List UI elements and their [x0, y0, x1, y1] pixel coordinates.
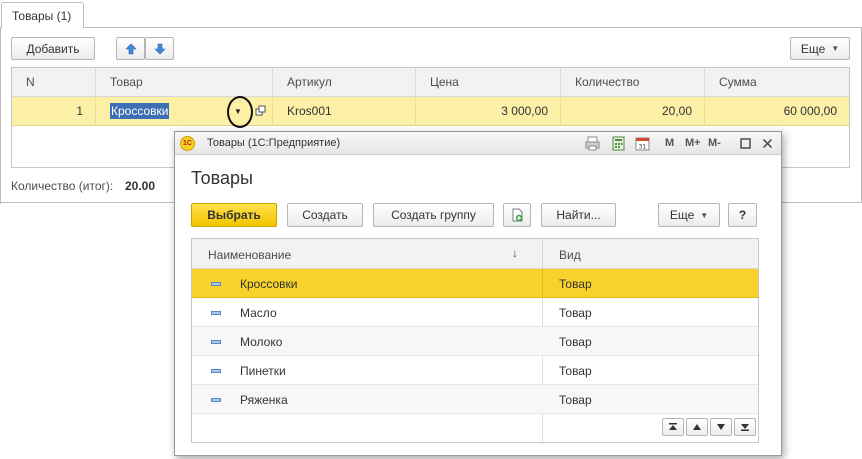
- triangle-down-icon: [717, 424, 725, 430]
- cell-article[interactable]: Kros001: [273, 97, 416, 125]
- copy-icon: [512, 208, 523, 222]
- sort-descending-icon: ↓: [512, 246, 518, 260]
- memory-plus-button[interactable]: M+: [685, 137, 701, 149]
- choose-button[interactable]: Выбрать: [191, 203, 277, 227]
- item-kind: Товар: [559, 364, 592, 378]
- open-form-icon[interactable]: [255, 105, 267, 117]
- 1c-logo-icon: 1С: [180, 136, 195, 151]
- item-name: Ряженка: [240, 393, 288, 407]
- chevron-down-icon: ▼: [700, 210, 709, 220]
- calculator-icon[interactable]: [611, 136, 626, 151]
- move-down-button[interactable]: [145, 37, 174, 60]
- products-selection-window: 1С Товары (1С:Предприятие) 31 M M+ M- То…: [174, 131, 782, 456]
- help-button[interactable]: ?: [728, 203, 757, 227]
- more-label: Еще: [800, 41, 826, 56]
- more-button-popup[interactable]: Еще ▼: [658, 203, 720, 227]
- item-kind: Товар: [559, 306, 592, 320]
- list-item[interactable]: Пинетки Товар: [192, 356, 758, 385]
- tab-products[interactable]: Товары (1): [1, 2, 84, 28]
- column-header-article[interactable]: Артикул: [273, 68, 416, 97]
- list-item[interactable]: Молоко Товар: [192, 327, 758, 356]
- item-name: Молоко: [240, 335, 283, 349]
- svg-text:31: 31: [639, 144, 647, 151]
- column-header-n[interactable]: N: [12, 68, 96, 97]
- list-item[interactable]: Масло Товар: [192, 298, 758, 327]
- scroll-bottom-icon: [741, 424, 749, 431]
- catalog-item-icon: [211, 282, 221, 286]
- chevron-down-icon: ▼: [831, 44, 840, 53]
- calendar-icon[interactable]: 31: [635, 136, 650, 151]
- create-group-button[interactable]: Создать группу: [373, 203, 494, 227]
- catalog-item-icon: [211, 398, 221, 402]
- item-name: Пинетки: [240, 364, 286, 378]
- item-name: Масло: [240, 306, 277, 320]
- list-item[interactable]: Ряженка Товар: [192, 385, 758, 414]
- list-item[interactable]: Кроссовки Товар: [192, 269, 758, 298]
- catalog-item-icon: [211, 340, 221, 344]
- scroll-top-icon: [669, 423, 677, 430]
- memory-m-button[interactable]: M: [665, 137, 674, 149]
- triangle-up-icon: [693, 424, 701, 430]
- product-input-selected-text[interactable]: Кроссовки: [110, 103, 170, 119]
- scroll-to-bottom-button[interactable]: [734, 418, 756, 436]
- column-header-name-label: Наименование: [208, 248, 292, 262]
- cell-sum[interactable]: 60 000,00: [705, 97, 849, 125]
- memory-minus-button[interactable]: M-: [708, 137, 721, 149]
- table-row[interactable]: 1 Кроссовки Kros001 3 000,00 20,00 60 00…: [12, 97, 849, 126]
- total-quantity-value: 20.00: [125, 179, 156, 193]
- window-title: Товары (1С:Предприятие): [207, 137, 341, 149]
- catalog-item-icon: [211, 311, 221, 315]
- item-kind: Товар: [559, 393, 592, 407]
- find-button[interactable]: Найти...: [541, 203, 616, 227]
- column-header-quantity[interactable]: Количество: [561, 68, 705, 97]
- print-icon[interactable]: [585, 136, 600, 151]
- catalog-item-icon: [211, 369, 221, 373]
- more-label: Еще: [669, 208, 695, 222]
- restore-window-icon[interactable]: [738, 136, 753, 151]
- column-header-name[interactable]: Наименование ↓: [192, 239, 543, 269]
- chevron-down-icon[interactable]: ▼: [234, 107, 242, 116]
- scroll-down-button[interactable]: [710, 418, 732, 436]
- item-kind: Товар: [559, 335, 592, 349]
- total-quantity-label: Количество (итог):: [11, 179, 114, 193]
- cell-n[interactable]: 1: [12, 97, 96, 125]
- column-header-sum[interactable]: Сумма: [705, 68, 849, 97]
- column-header-product[interactable]: Товар: [96, 68, 273, 97]
- column-header-price[interactable]: Цена: [416, 68, 561, 97]
- item-name: Кроссовки: [240, 277, 298, 291]
- window-titlebar[interactable]: 1С Товары (1С:Предприятие) 31 M M+ M-: [175, 132, 781, 155]
- close-icon[interactable]: [760, 136, 775, 151]
- create-button[interactable]: Создать: [287, 203, 363, 227]
- table-header: N Товар Артикул Цена Количество Сумма: [12, 68, 849, 97]
- page-title: Товары: [191, 168, 253, 188]
- more-button[interactable]: Еще ▼: [790, 37, 850, 60]
- cell-quantity[interactable]: 20,00: [561, 97, 705, 125]
- products-list: Наименование ↓ Вид Кроссовки Товар Масло…: [191, 238, 759, 444]
- scroll-to-top-button[interactable]: [662, 418, 684, 436]
- arrow-down-icon: [153, 43, 166, 54]
- move-up-button[interactable]: [116, 37, 145, 60]
- column-header-kind[interactable]: Вид: [543, 239, 758, 269]
- column-divider: [542, 269, 543, 298]
- copy-button[interactable]: [503, 203, 531, 227]
- cell-price[interactable]: 3 000,00: [416, 97, 561, 125]
- add-button[interactable]: Добавить: [11, 37, 95, 60]
- arrow-up-icon: [124, 43, 137, 54]
- scroll-up-button[interactable]: [686, 418, 708, 436]
- item-kind: Товар: [559, 277, 592, 291]
